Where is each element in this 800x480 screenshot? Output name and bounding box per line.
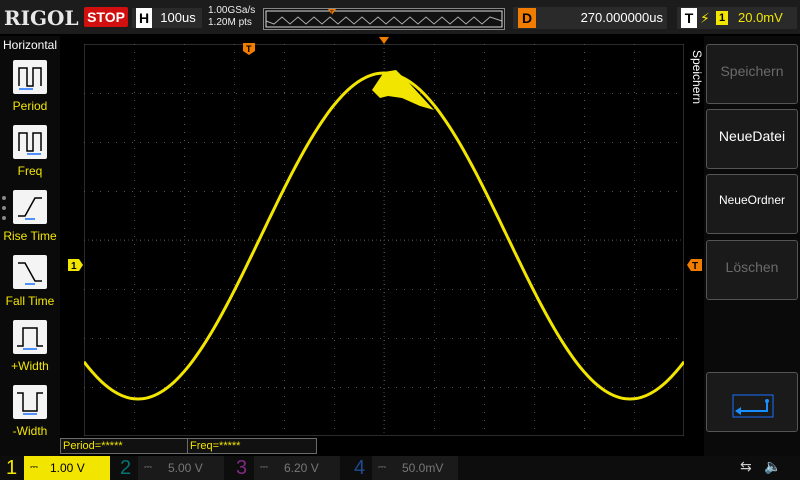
pos-width-icon	[13, 320, 47, 354]
freq-icon	[13, 125, 47, 159]
measure-neg-width-label: -Width	[12, 424, 48, 438]
dc-coupling-icon: ⎓	[260, 462, 268, 473]
freq-measurement: Freq=*****	[187, 438, 317, 454]
save-button[interactable]: Speichern	[706, 44, 798, 104]
measure-fall-time[interactable]: Fall Time	[0, 253, 60, 315]
delete-button[interactable]: Löschen	[706, 240, 798, 300]
period-icon	[13, 60, 47, 94]
rigol-logo: RIGOL	[4, 6, 79, 30]
trigger-level-marker[interactable]: T	[686, 258, 702, 272]
ch1-reference-text: 1	[71, 261, 77, 272]
measure-neg-width[interactable]: -Width	[0, 383, 60, 445]
waveform-display[interactable]	[84, 44, 684, 436]
ch3-number: 3	[236, 457, 248, 479]
rise-time-icon	[13, 190, 47, 224]
dc-coupling-icon: ⎓	[378, 462, 386, 473]
ch2-scale: 5.00 V	[168, 461, 203, 475]
new-file-button-label: NeueDatei	[718, 128, 786, 144]
trigger-point-marker	[379, 37, 389, 44]
measure-fall-time-label: Fall Time	[5, 294, 55, 308]
trigger-label: T	[681, 8, 697, 28]
measure-rise-time-label: Rise Time	[3, 229, 57, 243]
measure-freq[interactable]: Freq	[0, 123, 60, 185]
horizontal-label: H	[136, 8, 152, 28]
trigger-level-text: T	[692, 261, 698, 272]
trigger-level: 20.0mV	[738, 10, 783, 25]
ch4-scale: 50.0mV	[402, 461, 444, 475]
ch3-scale-box[interactable]: ⎓ 6.20 V	[254, 456, 340, 480]
trigger-position-marker[interactable]: T	[242, 42, 256, 56]
memory-depth: 1.20M pts	[208, 17, 252, 28]
delay-value: 270.000000us	[580, 10, 663, 25]
return-arrow-icon	[732, 394, 774, 418]
sample-rate: 1.00GSa/s	[208, 5, 256, 16]
period-measurement: Period=*****	[60, 438, 188, 454]
memory-overview: T	[263, 8, 505, 30]
new-folder-button[interactable]: NeueOrdner	[706, 174, 798, 234]
new-folder-button-label: NeueOrdner	[718, 193, 786, 207]
measure-freq-label: Freq	[17, 164, 43, 178]
dc-coupling-icon: ⎓	[30, 462, 38, 473]
run-stop-status[interactable]: STOP	[84, 7, 128, 27]
fall-time-icon	[13, 255, 47, 289]
trigger-source: 1	[716, 11, 728, 25]
svg-text:T: T	[330, 11, 334, 17]
measure-period-label: Period	[12, 99, 48, 113]
ch1-scale: 1.00 V	[50, 461, 85, 475]
new-file-button[interactable]: NeueDatei	[706, 109, 798, 169]
timebase-value: 100us	[160, 10, 196, 25]
ch1-number: 1	[6, 457, 18, 479]
save-button-label: Speichern	[720, 63, 784, 79]
measure-pos-width-label: +Width	[11, 359, 49, 373]
usb-icon: ⇆	[740, 458, 752, 474]
ch4-scale-box[interactable]: ⎓ 50.0mV	[372, 456, 458, 480]
ch1-reference-marker[interactable]: 1	[68, 258, 84, 272]
rising-edge-icon: ⚡	[700, 10, 710, 26]
measure-period[interactable]: Period	[0, 58, 60, 120]
overview-window	[265, 10, 503, 28]
back-button[interactable]	[706, 372, 798, 432]
delay-label: D	[518, 8, 536, 28]
measure-rise-time[interactable]: Rise Time	[0, 188, 60, 250]
ch2-scale-box[interactable]: ⎓ 5.00 V	[138, 456, 224, 480]
sound-muted-icon: 🔈	[764, 458, 782, 474]
measure-menu-title: Horizontal	[2, 38, 58, 52]
overview-waveform	[265, 16, 503, 25]
save-menu-title: Speichern	[690, 50, 704, 105]
delete-button-label: Löschen	[725, 259, 779, 275]
ch4-number: 4	[354, 457, 366, 479]
neg-width-icon	[13, 385, 47, 419]
ch3-scale: 6.20 V	[284, 461, 319, 475]
dc-coupling-icon: ⎓	[144, 462, 152, 473]
ch2-number: 2	[120, 457, 132, 479]
measure-pos-width[interactable]: +Width	[0, 318, 60, 380]
trigger-position-text: T	[246, 44, 252, 54]
ch1-scale-box[interactable]: ⎓ 1.00 V	[24, 456, 110, 480]
